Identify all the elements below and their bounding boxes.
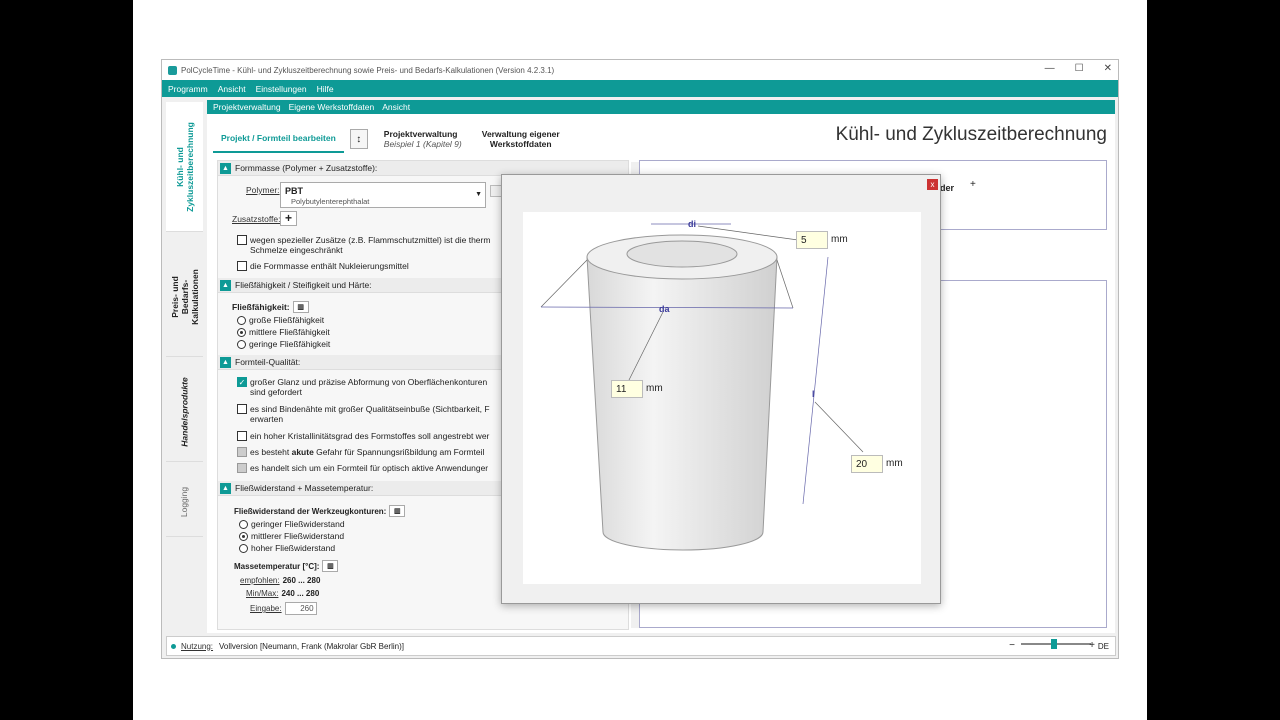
massetemperatur-input[interactable]: 260 (284, 602, 317, 615)
da-label: da (659, 304, 670, 314)
side-tab-preis[interactable]: Preis- und Bedarfs-Kalkulationen (166, 237, 203, 357)
cylinder-canvas: di da l 5 mm 11 mm 20 mm (523, 212, 921, 584)
radio-mittel[interactable]: mittlere Fließfähigkeit (237, 327, 330, 337)
tab-werkstoffdaten[interactable]: Verwaltung eigener Werkstoffdaten (472, 129, 570, 149)
close-icon[interactable]: ✕ (1104, 63, 1112, 74)
massetemperatur-label: Massetemperatur [°C]: ▥ (234, 560, 339, 572)
chart-icon[interactable]: ▥ (389, 505, 406, 517)
tab-projektverwaltung[interactable]: Projektverwaltung Beispiel 1 (Kapitel 9) (374, 129, 472, 149)
polymer-label: Polymer: (246, 185, 280, 195)
checkbox[interactable] (237, 235, 247, 245)
di-label: di (688, 219, 696, 229)
minimize-icon[interactable]: — (1045, 63, 1055, 74)
fliesswiderstand-label: Fließwiderstand der Werkzeugkonturen: ▥ (234, 505, 406, 517)
zoom-out-icon[interactable]: − (1009, 640, 1015, 651)
empfohlen-row: empfohlen: 260 ... 280 (240, 576, 321, 585)
cylinder-drawing (540, 223, 864, 551)
cb-optisch-row: es handelt sich um ein Formteil für opti… (237, 463, 488, 473)
language-indicator[interactable]: DE (1098, 642, 1109, 651)
da-dim-right (776, 259, 794, 309)
cb-spannungsriss-row: es besteht akute Gefahr für Spannungsriß… (237, 447, 484, 457)
radio-gross[interactable]: große Fließfähigkeit (237, 315, 324, 325)
radio-gering[interactable]: geringe Fließfähigkeit (237, 339, 330, 349)
radio-geringer[interactable]: geringer Fließwiderstand (239, 519, 345, 529)
collapse-icon[interactable]: ▲ (220, 356, 231, 368)
popup-close-button[interactable]: x (927, 179, 938, 190)
menu-bar: Programm Ansicht Einstellungen Hilfe (162, 80, 1118, 97)
submenu-projektverwaltung[interactable]: Projektverwaltung (213, 102, 281, 112)
app-icon (168, 65, 177, 75)
l-dim-line (802, 256, 829, 505)
side-tabs: Kühl- und Zykluszeitberechnung Preis- un… (166, 102, 203, 632)
eingabe-row: Eingabe: 260 (250, 602, 317, 615)
radio-mittlerer[interactable]: mittlerer Fließwiderstand (239, 531, 344, 541)
submenu-ansicht[interactable]: Ansicht (382, 102, 410, 112)
add-zusatz-button[interactable]: + (280, 211, 297, 226)
cb-nukleierung-row[interactable]: die Formmasse enthält Nukleierungsmittel (237, 261, 409, 271)
checkbox-checked[interactable]: ✓ (237, 377, 247, 387)
menu-programm[interactable]: Programm (168, 84, 208, 94)
da-input[interactable]: 11 (611, 380, 643, 398)
l-label: l (812, 389, 815, 399)
cb-kristallinitaet-row[interactable]: ein hoher Kristallinitätsgrad des Formst… (237, 431, 489, 441)
tab-projekt-bearbeiten[interactable]: Projekt / Formteil bearbeiten (213, 125, 344, 153)
da-dim-left (540, 259, 588, 308)
polymer-select[interactable]: PBT Polybutylenterephthalat ▼ (280, 182, 486, 208)
checkbox-disabled (237, 463, 247, 473)
l-leader (814, 401, 864, 453)
side-tab-logging[interactable]: Logging (166, 467, 203, 537)
status-value: Vollversion [Neumann, Frank (Makrolar Gb… (219, 641, 404, 651)
checkbox-disabled (237, 447, 247, 457)
cb-bindenaehte-row[interactable]: es sind Bindenähte mit großer Qualitätse… (237, 404, 490, 424)
chart-icon[interactable]: ▥ (322, 560, 339, 572)
status-bar: Nutzung: Vollversion [Neumann, Frank (Ma… (166, 636, 1116, 656)
l-input[interactable]: 20 (851, 455, 883, 473)
checkbox[interactable] (237, 404, 247, 414)
add-icon[interactable]: + (970, 179, 976, 190)
page-title: Kühl- und Zykluszeitberechnung (835, 124, 1107, 145)
title-bar: PolCycleTime - Kühl- und Zykluszeitberec… (162, 60, 1118, 80)
cb-therm-row[interactable]: wegen spezieller Zusätze (z.B. Flammschu… (237, 235, 490, 255)
cylinder-body (586, 256, 778, 551)
menu-ansicht[interactable]: Ansicht (218, 84, 246, 94)
zoom-knob[interactable] (1051, 639, 1057, 649)
minmax-row: Min/Max: 240 ... 280 (246, 589, 320, 598)
checkbox[interactable] (237, 261, 247, 271)
menu-hilfe[interactable]: Hilfe (317, 84, 334, 94)
submenu-werkstoffdaten[interactable]: Eigene Werkstoffdaten (289, 102, 375, 112)
maximize-icon[interactable]: ☐ (1075, 63, 1084, 74)
fliess-label: Fließfähigkeit: ▥ (232, 301, 309, 313)
radio-hoher[interactable]: hoher Fließwiderstand (239, 543, 335, 553)
checkbox[interactable] (237, 431, 247, 441)
collapse-icon[interactable]: ▲ (220, 162, 231, 174)
zoom-slider[interactable] (1021, 639, 1091, 649)
menu-einstellungen[interactable]: Einstellungen (256, 84, 307, 94)
chart-icon[interactable]: ▥ (292, 301, 309, 313)
cylinder-hole (626, 240, 738, 268)
geometry-popup: x di da l 5 mm 11 mm 20 mm (501, 174, 941, 604)
cb-glanz-row[interactable]: ✓ großer Glanz und präzise Abformung von … (237, 377, 487, 397)
sub-menu-bar: Projektverwaltung Eigene Werkstoffdaten … (207, 100, 1115, 114)
collapse-icon[interactable]: ▲ (220, 482, 231, 494)
status-dot-icon (171, 643, 176, 649)
side-tab-handel[interactable]: Handelsprodukte (166, 362, 203, 462)
sort-updown-icon[interactable]: ↕ (349, 129, 368, 149)
di-input[interactable]: 5 (796, 231, 828, 249)
window-title: PolCycleTime - Kühl- und Zykluszeitberec… (181, 65, 555, 75)
zusatz-label: Zusatzstoffe: (232, 214, 281, 224)
collapse-icon[interactable]: ▲ (220, 279, 231, 291)
side-tab-kuehl[interactable]: Kühl- und Zykluszeitberechnung (166, 102, 203, 232)
zoom-in-icon[interactable]: + (1089, 640, 1095, 651)
top-tabs: Projekt / Formteil bearbeiten ↕ Projektv… (213, 122, 570, 156)
chevron-down-icon: ▼ (475, 191, 482, 198)
